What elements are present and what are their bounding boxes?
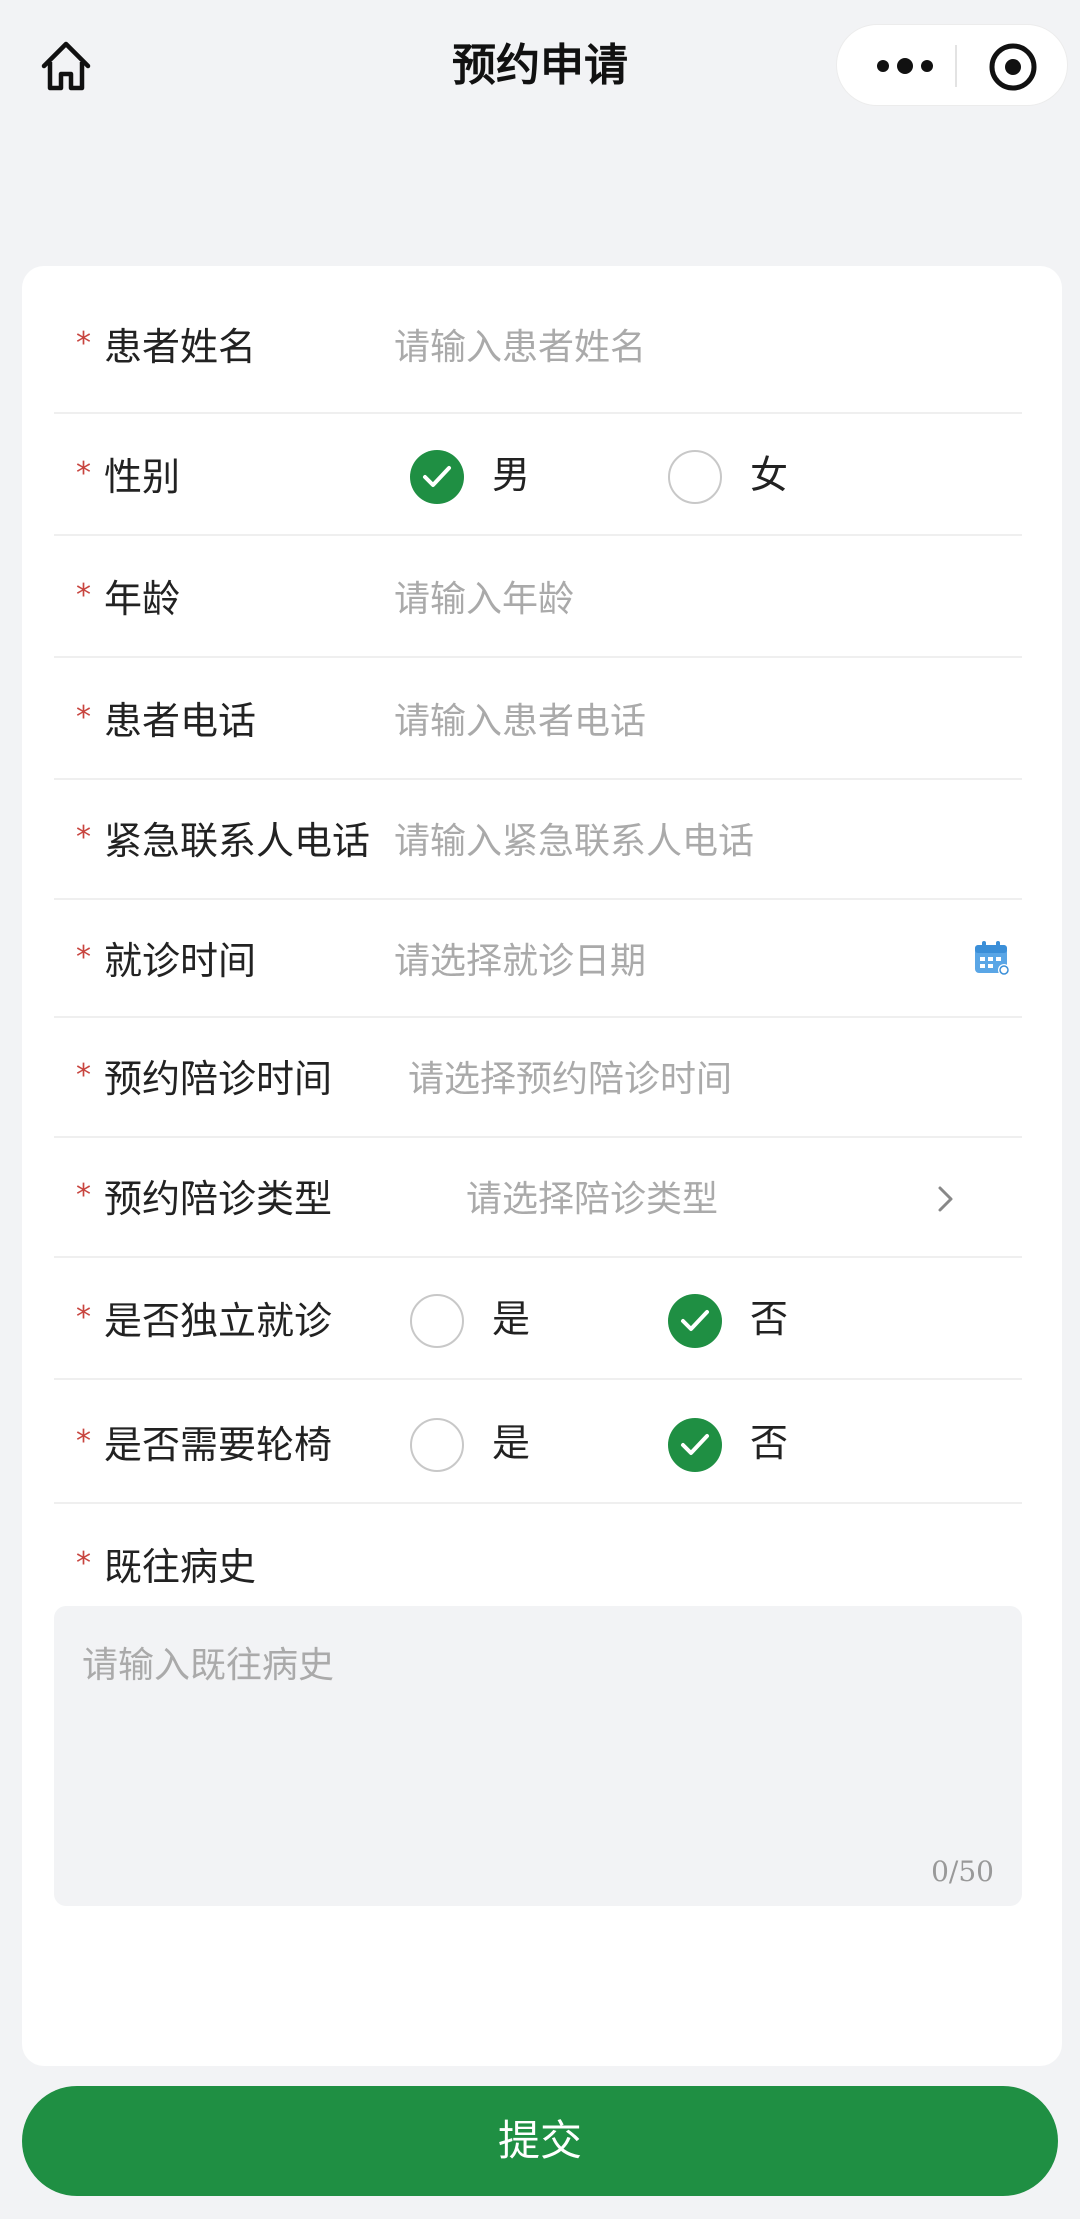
visit-time-label: 就诊时间 <box>104 939 257 983</box>
required-mark: * <box>76 1178 91 1213</box>
row-wheelchair: * 是否需要轮椅 是 否 <box>54 1380 1022 1504</box>
history-label: 既往病史 <box>104 1545 257 1589</box>
gender-female-radio[interactable] <box>668 450 722 504</box>
wheelchair-no-label[interactable]: 否 <box>750 1412 788 1467</box>
check-icon <box>681 1434 709 1455</box>
required-mark: * <box>76 940 91 975</box>
required-mark: * <box>76 1300 91 1335</box>
form-card: * 患者姓名 请输入患者姓名 * 性别 男 女 * 年龄 请输入年龄 * 患者电… <box>22 266 1062 2066</box>
capsule-divider <box>955 45 957 87</box>
independent-yes-radio[interactable] <box>410 1294 464 1348</box>
row-gender: * 性别 男 女 <box>54 414 1022 536</box>
row-independent-visit: * 是否独立就诊 是 否 <box>54 1258 1022 1380</box>
row-escort-time: * 预约陪诊时间 请选择预约陪诊时间 <box>54 1018 1022 1138</box>
required-mark: * <box>76 326 91 361</box>
patient-phone-input[interactable]: 请输入患者电话 <box>394 692 646 744</box>
nav-bar: 预约申请 <box>0 0 1080 130</box>
independent-yes-label[interactable]: 是 <box>492 1288 530 1343</box>
visit-date-picker[interactable]: 请选择就诊日期 <box>394 932 646 984</box>
chevron-right-icon[interactable] <box>934 1184 958 1214</box>
escort-type-label: 预约陪诊类型 <box>104 1177 333 1221</box>
gender-male-label[interactable]: 男 <box>492 444 530 499</box>
row-patient-name: * 患者姓名 请输入患者姓名 <box>54 266 1022 414</box>
independent-visit-label: 是否独立就诊 <box>104 1299 333 1343</box>
required-mark: * <box>76 1546 91 1581</box>
wheelchair-no-radio[interactable] <box>668 1418 722 1472</box>
row-escort-type: * 预约陪诊类型 请选择陪诊类型 <box>54 1138 1022 1258</box>
history-textarea[interactable]: 请输入既往病史 0/50 <box>54 1606 1022 1906</box>
required-mark: * <box>76 820 91 855</box>
wheelchair-yes-radio[interactable] <box>410 1418 464 1472</box>
calendar-icon[interactable] <box>972 938 1012 978</box>
gender-male-radio[interactable] <box>410 450 464 504</box>
independent-no-label[interactable]: 否 <box>750 1288 788 1343</box>
independent-no-radio[interactable] <box>668 1294 722 1348</box>
emergency-phone-label: 紧急联系人电话 <box>104 819 371 863</box>
required-mark: * <box>76 456 91 491</box>
more-dots-icon[interactable] <box>867 47 957 85</box>
row-patient-phone: * 患者电话 请输入患者电话 <box>54 658 1022 780</box>
mini-program-capsule <box>836 24 1068 106</box>
emergency-phone-input[interactable]: 请输入紧急联系人电话 <box>394 812 754 864</box>
wheelchair-label: 是否需要轮椅 <box>104 1423 333 1467</box>
check-icon <box>423 466 451 487</box>
age-label: 年龄 <box>104 577 181 621</box>
required-mark: * <box>76 1424 91 1459</box>
escort-time-picker[interactable]: 请选择预约陪诊时间 <box>408 1050 732 1102</box>
required-mark: * <box>76 700 91 735</box>
escort-time-label: 预约陪诊时间 <box>104 1057 333 1101</box>
escort-type-select[interactable]: 请选择陪诊类型 <box>466 1170 718 1222</box>
age-input[interactable]: 请输入年龄 <box>394 570 574 622</box>
row-visit-time: * 就诊时间 请选择就诊日期 <box>54 900 1022 1018</box>
wheelchair-yes-label[interactable]: 是 <box>492 1412 530 1467</box>
patient-phone-label: 患者电话 <box>104 699 257 743</box>
gender-female-label[interactable]: 女 <box>750 444 788 499</box>
target-icon[interactable] <box>987 41 1039 93</box>
row-age: * 年龄 请输入年龄 <box>54 536 1022 658</box>
gender-label: 性别 <box>104 455 181 499</box>
row-emergency-phone: * 紧急联系人电话 请输入紧急联系人电话 <box>54 780 1022 900</box>
required-mark: * <box>76 578 91 613</box>
required-mark: * <box>76 1058 91 1093</box>
patient-name-input[interactable]: 请输入患者姓名 <box>394 318 646 370</box>
history-placeholder: 请输入既往病史 <box>82 1645 335 1686</box>
submit-button[interactable]: 提交 <box>22 2086 1058 2196</box>
check-icon <box>681 1310 709 1331</box>
patient-name-label: 患者姓名 <box>104 325 257 369</box>
history-char-counter: 0/50 <box>931 1855 994 1888</box>
